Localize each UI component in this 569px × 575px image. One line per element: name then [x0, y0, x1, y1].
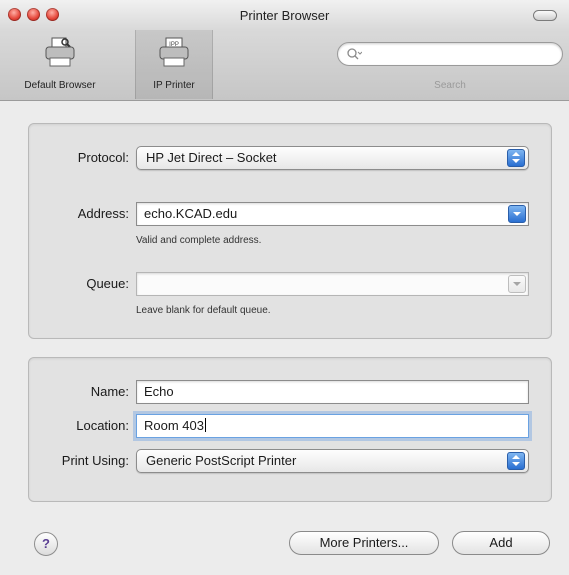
window-title: Printer Browser: [239, 8, 330, 23]
toolbar-label: Default Browser: [24, 80, 96, 91]
toolbar-ip-printer[interactable]: IPP IP Printer: [135, 30, 213, 99]
location-label: Location:: [76, 418, 129, 433]
help-button[interactable]: ?: [34, 532, 58, 556]
name-field[interactable]: Echo: [136, 380, 529, 404]
toolbar-label: IP Printer: [153, 80, 195, 91]
address-label: Address:: [77, 206, 129, 221]
add-button[interactable]: Add: [452, 531, 550, 555]
printer-browser-window: Printer Browser Default Browser IPP IP P…: [0, 0, 569, 575]
print-using-label: Print Using:: [61, 453, 129, 468]
toolbar-toggle-button[interactable]: [533, 10, 557, 21]
popup-arrows-icon: [507, 149, 525, 167]
queue-label: Queue:: [86, 276, 129, 291]
title-bar: Printer Browser: [0, 0, 569, 30]
toolbar: Default Browser IPP IP Printer Search: [0, 30, 569, 101]
address-field[interactable]: echo.KCAD.edu: [136, 202, 529, 226]
protocol-popup[interactable]: HP Jet Direct – Socket: [136, 146, 529, 170]
protocol-label: Protocol:: [77, 150, 129, 165]
printer-icon: [42, 36, 78, 70]
search-field-wrapper: [337, 42, 563, 66]
location-value: Room 403: [144, 418, 204, 433]
text-caret: [204, 418, 206, 432]
queue-dropdown-icon[interactable]: [508, 275, 526, 293]
toolbar-default-browser[interactable]: Default Browser: [0, 30, 120, 99]
address-dropdown-icon[interactable]: [508, 205, 526, 223]
more-printers-button[interactable]: More Printers...: [289, 531, 439, 555]
search-label: Search: [434, 80, 466, 91]
ip-printer-icon: IPP: [156, 36, 192, 70]
address-note: Valid and complete address.: [136, 235, 262, 246]
popup-arrows-icon: [507, 452, 525, 470]
search-icon: [346, 47, 363, 61]
protocol-value: HP Jet Direct – Socket: [146, 150, 277, 165]
queue-note: Leave blank for default queue.: [136, 305, 271, 316]
location-field[interactable]: Room 403: [136, 414, 529, 438]
search-input[interactable]: [337, 42, 563, 66]
address-value: echo.KCAD.edu: [144, 206, 238, 221]
name-label: Name:: [90, 384, 129, 399]
print-using-value: Generic PostScript Printer: [146, 453, 297, 468]
queue-field[interactable]: [136, 272, 529, 296]
name-value: Echo: [144, 384, 174, 399]
print-using-popup[interactable]: Generic PostScript Printer: [136, 449, 529, 473]
